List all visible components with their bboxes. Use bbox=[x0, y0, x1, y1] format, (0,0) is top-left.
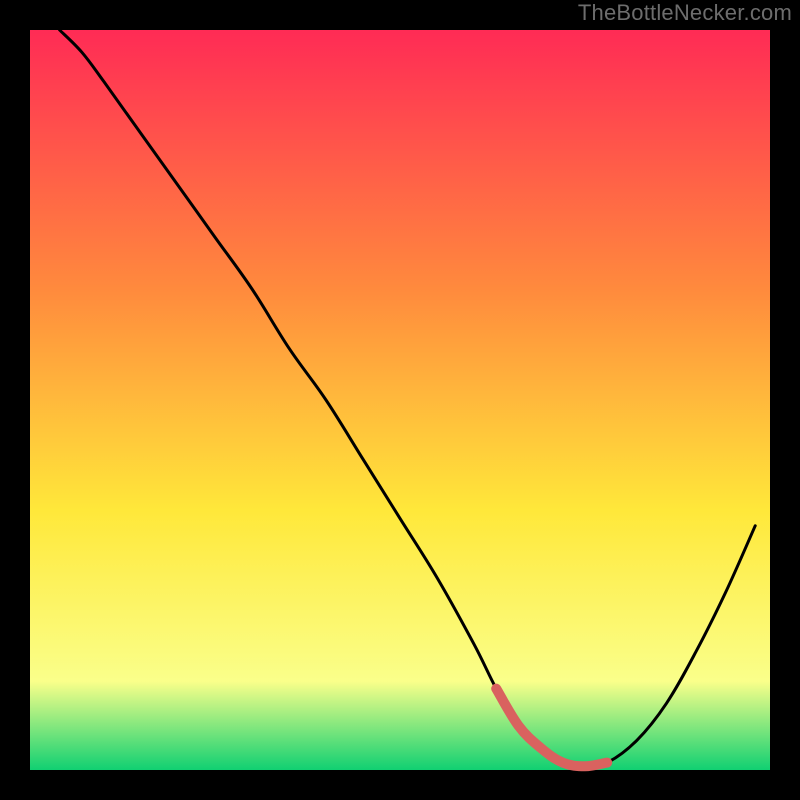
chart-container: TheBottleNecker.com bbox=[0, 0, 800, 800]
plot-area bbox=[30, 30, 770, 770]
watermark-text: TheBottleNecker.com bbox=[578, 0, 792, 26]
bottleneck-chart bbox=[0, 0, 800, 800]
